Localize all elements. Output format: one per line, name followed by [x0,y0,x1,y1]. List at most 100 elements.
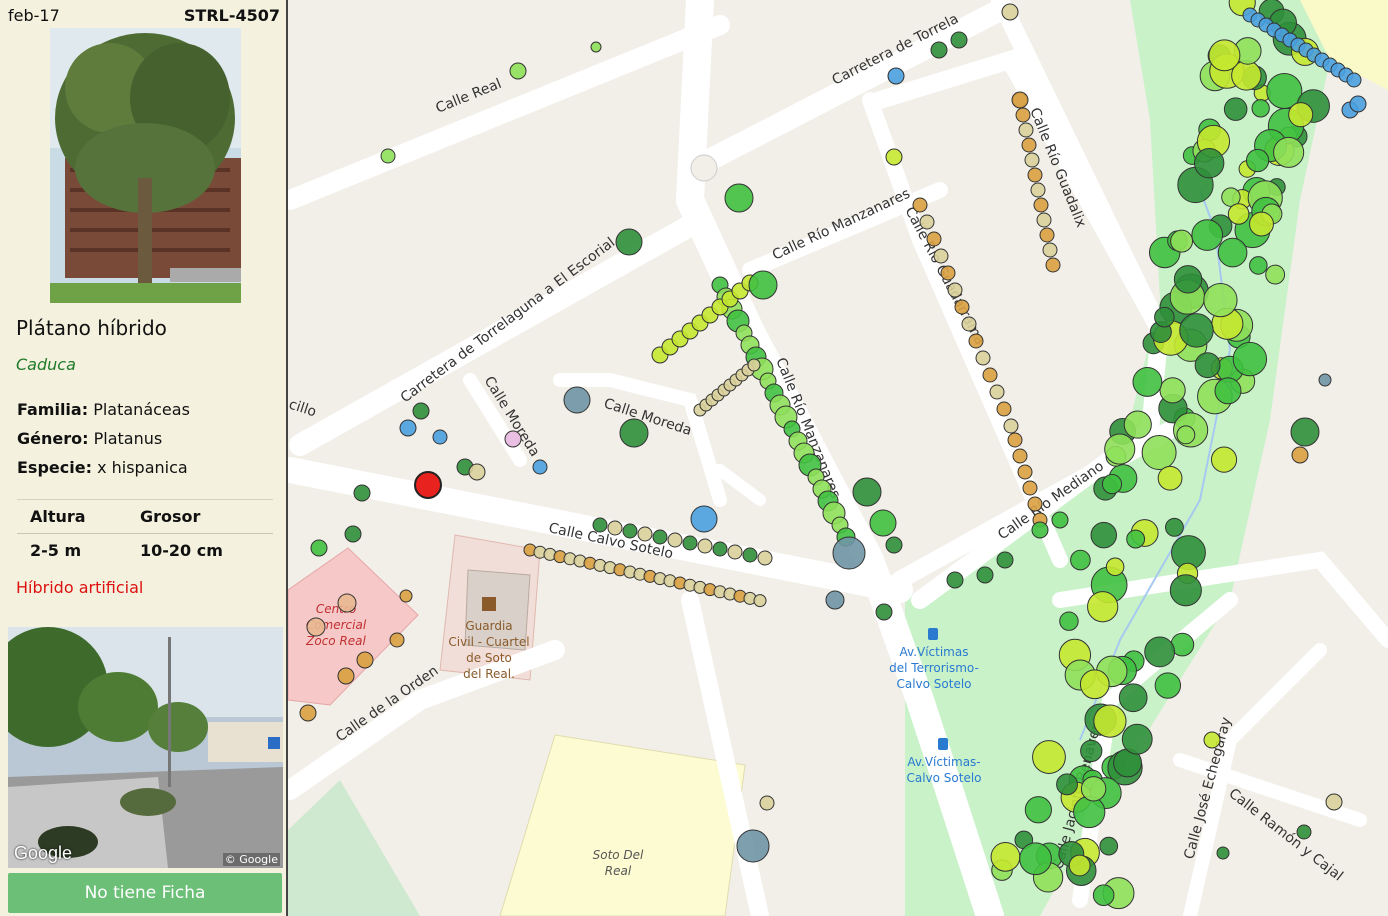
tree-marker[interactable] [1154,306,1175,328]
tree-marker[interactable] [1080,739,1103,763]
tree-marker[interactable] [504,430,522,448]
tree-marker[interactable] [690,505,718,533]
tree-marker[interactable] [353,484,371,502]
tree-marker[interactable] [1245,148,1270,173]
tree-marker[interactable] [622,523,638,539]
tree-marker[interactable] [1126,529,1146,549]
tree-marker[interactable] [1223,97,1248,121]
tree-marker[interactable] [1033,197,1049,213]
tree-marker[interactable] [1080,776,1107,802]
tree-marker[interactable] [885,148,903,166]
tree-marker[interactable] [532,459,548,475]
tree-marker[interactable] [1104,433,1136,465]
tree-marker[interactable] [1194,352,1221,379]
tree-marker[interactable] [563,386,591,414]
tree-marker[interactable] [1017,464,1033,480]
tree-marker[interactable] [832,536,866,570]
map-canvas[interactable]: Calle Real Carretera de Torrelaguna a El… [288,0,1388,916]
tree-marker[interactable] [399,589,413,603]
tree-marker[interactable] [432,429,448,445]
tree-marker[interactable] [1090,521,1118,549]
tree-marker[interactable] [1018,122,1034,138]
tree-marker[interactable] [1012,448,1028,464]
bus-stop-icon[interactable] [938,738,948,750]
tree-marker[interactable] [968,333,984,349]
tree-marker[interactable] [615,228,643,256]
tree-marker[interactable] [619,418,649,448]
tree-marker[interactable] [1031,521,1049,539]
tree-marker[interactable] [940,265,956,281]
tree-marker[interactable] [1101,474,1123,495]
tree-marker[interactable] [1170,229,1194,253]
tree-marker[interactable] [1001,3,1019,21]
tree-marker[interactable] [1346,72,1362,88]
tree-marker[interactable] [1227,203,1250,225]
tree-marker[interactable] [950,31,968,49]
tree-marker[interactable] [912,197,928,213]
tree-marker[interactable] [1093,704,1127,738]
tree-marker[interactable] [1179,313,1214,348]
tree-marker[interactable] [1051,511,1069,529]
tree-marker[interactable] [1290,417,1320,447]
tree-marker[interactable] [592,517,608,533]
tree-marker[interactable] [887,67,905,85]
tree-marker[interactable] [954,299,970,315]
tree-marker[interactable] [1154,672,1182,699]
tree-marker[interactable] [607,520,623,536]
tree-marker[interactable] [1099,836,1119,856]
tree-marker[interactable] [697,538,713,554]
tree-marker[interactable] [1059,611,1079,631]
tree-marker[interactable] [996,551,1014,569]
tree-marker[interactable] [380,148,396,164]
tree-marker[interactable] [1132,367,1163,397]
tree-marker[interactable] [1193,147,1225,179]
tree-marker[interactable] [1296,824,1312,840]
tree-marker[interactable] [736,829,770,863]
tree-marker[interactable] [1203,731,1221,749]
tree-marker[interactable] [1191,219,1224,251]
tree-marker[interactable] [875,603,893,621]
tree-marker[interactable] [1169,574,1202,607]
tree-marker[interactable] [1079,669,1110,700]
tree-marker[interactable] [337,667,355,685]
tree-marker[interactable] [933,248,949,264]
tree-marker[interactable] [990,841,1021,872]
tree-marker[interactable] [747,358,761,372]
tree-marker[interactable] [852,477,882,507]
tree-marker[interactable] [1164,517,1184,537]
tree-marker[interactable] [1021,137,1037,153]
tree-marker[interactable] [1027,496,1043,512]
tree-marker[interactable] [1011,91,1029,109]
tree-marker[interactable] [996,401,1012,417]
tree-marker[interactable] [399,419,417,437]
tree-marker[interactable] [356,651,374,669]
tree-marker[interactable] [1265,264,1286,285]
tree-marker[interactable] [1042,242,1058,258]
tree-marker[interactable] [1068,854,1091,877]
bus-stop-icon[interactable] [928,628,938,640]
tree-marker[interactable] [885,536,903,554]
tree-marker[interactable] [1249,211,1274,237]
tree-marker[interactable] [509,62,527,80]
tree-marker[interactable] [1019,842,1052,876]
tree-marker[interactable] [468,463,486,481]
tree-marker[interactable] [989,384,1005,400]
tree-marker[interactable] [1022,480,1038,496]
tree-marker[interactable] [1325,793,1343,811]
tree-marker[interactable] [590,41,602,53]
tree-marker[interactable] [1121,723,1153,755]
tree-marker[interactable] [975,350,991,366]
street-view-image[interactable]: Google © Google [8,627,283,868]
tree-marker[interactable] [1036,212,1052,228]
tree-marker[interactable] [1214,377,1242,405]
tree-marker[interactable] [652,529,668,545]
tree-marker[interactable] [637,526,653,542]
tree-marker[interactable] [1291,446,1309,464]
tree-marker[interactable] [759,795,775,811]
tree-marker[interactable] [1157,465,1183,491]
tree-marker[interactable] [1032,740,1066,774]
tree-marker[interactable] [1216,846,1230,860]
tree-marker[interactable] [825,590,845,610]
tree-marker[interactable] [682,535,698,551]
tree-marker[interactable] [869,509,897,537]
